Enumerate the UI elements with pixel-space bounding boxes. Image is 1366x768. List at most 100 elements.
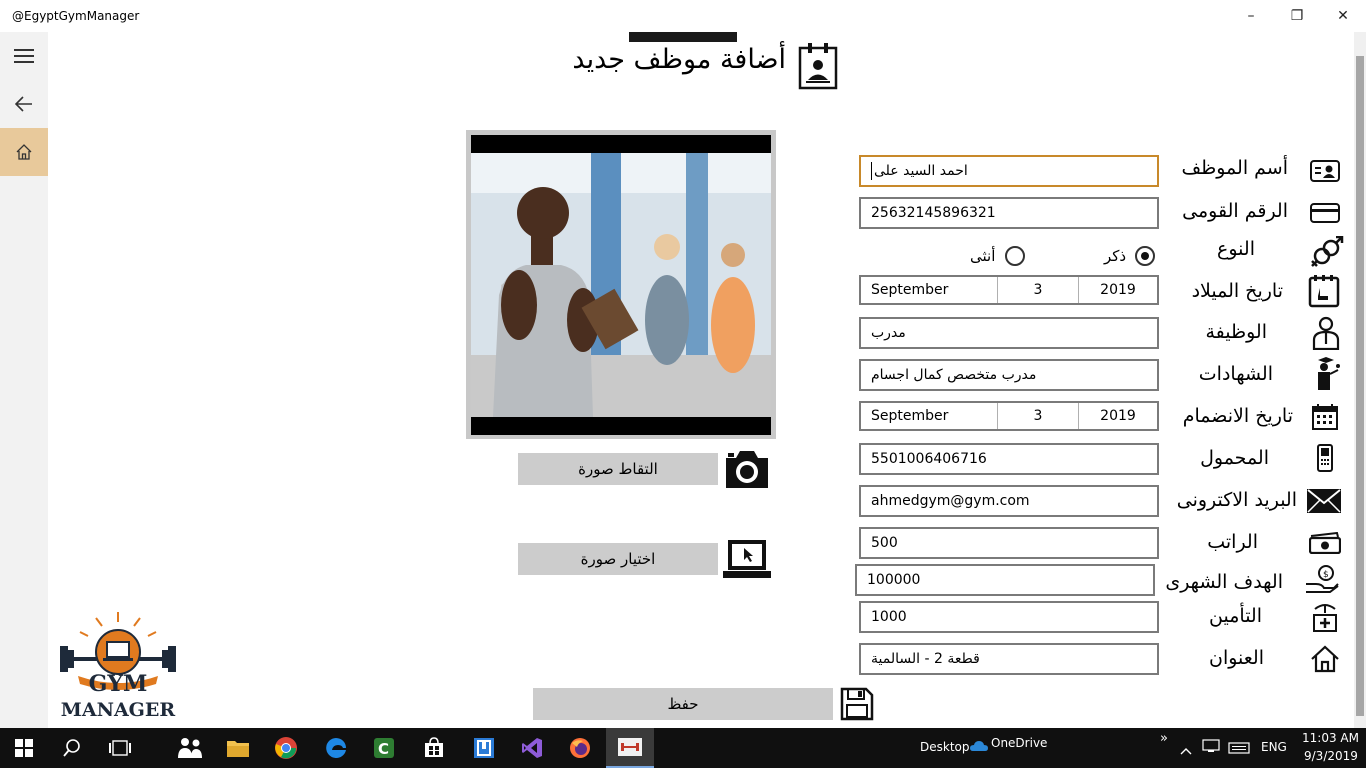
label-employee-name: أسم الموظف xyxy=(1181,157,1288,179)
radio-male-label: ذكر xyxy=(1104,247,1127,265)
graduate-icon xyxy=(1310,356,1342,392)
onedrive-label: OneDrive xyxy=(991,736,1048,750)
label-mobile: المحمول xyxy=(1200,447,1269,469)
label-certificates: الشهادات xyxy=(1198,363,1273,385)
label-job: الوظيفة xyxy=(1205,321,1267,343)
taskbar-store[interactable] xyxy=(410,728,458,768)
edge-icon xyxy=(326,738,346,758)
birth-month[interactable]: September xyxy=(861,277,998,303)
id-card-icon xyxy=(1308,156,1342,186)
clock-date[interactable]: 9/3/2019 xyxy=(1304,749,1358,763)
birth-day[interactable]: 3 xyxy=(998,277,1079,303)
save-button[interactable]: حفظ xyxy=(533,688,833,720)
minimize-button[interactable]: – xyxy=(1228,0,1274,32)
clock-time[interactable]: 11:03 AM xyxy=(1302,731,1359,745)
label-salary: الراتب xyxy=(1207,531,1258,553)
label-birth-date: تاريخ الميلاد xyxy=(1191,280,1283,302)
close-button[interactable]: ✕ xyxy=(1320,0,1366,32)
calendar-hand-icon xyxy=(1308,274,1342,308)
join-date-picker[interactable]: September 3 2019 xyxy=(859,401,1159,431)
calendar-icon xyxy=(1310,402,1340,432)
label-national-id: الرقم القومى xyxy=(1182,200,1288,222)
task-view-icon xyxy=(109,740,131,756)
chrome-icon xyxy=(275,737,297,759)
join-month[interactable]: September xyxy=(861,403,998,429)
visual-studio-icon xyxy=(522,738,542,758)
back-button[interactable] xyxy=(0,80,48,128)
windows-icon xyxy=(15,739,33,757)
maximize-button[interactable]: ❐ xyxy=(1274,0,1320,32)
email-input[interactable]: ahmedgym@gym.com xyxy=(859,485,1159,517)
job-input[interactable]: مدرب xyxy=(859,317,1159,349)
text-cursor xyxy=(871,162,872,180)
tray-chevron[interactable]: » xyxy=(1160,731,1168,746)
laptop-icon[interactable] xyxy=(722,538,772,580)
mobile-phone-icon xyxy=(1310,443,1340,473)
logo-text-manager: MANAGER xyxy=(60,699,176,721)
taskbar-edge[interactable] xyxy=(312,728,360,768)
label-join-date: تاريخ الانضمام xyxy=(1182,405,1293,427)
svg-text:$: $ xyxy=(1323,570,1329,580)
app-title: @EgyptGymManager xyxy=(12,9,140,23)
language-indicator[interactable]: ENG xyxy=(1261,740,1287,754)
certificates-input[interactable]: مدرب متخصص كمال اجسام xyxy=(859,359,1159,391)
employee-person-icon xyxy=(1310,316,1342,350)
join-day[interactable]: 3 xyxy=(998,403,1079,429)
keyboard-icon[interactable] xyxy=(1228,739,1250,758)
taskbar-file-explorer[interactable] xyxy=(214,728,262,768)
camtasia-icon: C xyxy=(374,738,394,758)
employee-name-input[interactable]: احمد السيد على xyxy=(859,155,1159,187)
national-id-input[interactable]: 25632145896321 xyxy=(859,197,1159,229)
menu-button[interactable] xyxy=(0,32,48,80)
page-title: أضافة موظف جديد xyxy=(572,44,786,75)
health-insurance-icon xyxy=(1310,600,1340,634)
camera-icon[interactable] xyxy=(722,448,772,490)
home-button[interactable] xyxy=(0,128,48,176)
title-bar xyxy=(0,0,1366,32)
gym-app-icon xyxy=(618,738,642,756)
desktop-toolbar[interactable]: Desktop xyxy=(920,740,970,754)
address-input[interactable]: قطعة 2 - السالمية xyxy=(859,643,1159,675)
taskbar-firefox[interactable] xyxy=(556,728,604,768)
join-year[interactable]: 2019 xyxy=(1079,403,1157,429)
envelope-icon xyxy=(1306,485,1342,517)
insurance-input[interactable]: 1000 xyxy=(859,601,1159,633)
hand-money-icon: $ xyxy=(1304,563,1340,597)
label-insurance: التأمين xyxy=(1209,605,1262,627)
hamburger-icon xyxy=(14,49,34,63)
start-button[interactable] xyxy=(0,728,48,768)
store-icon xyxy=(425,737,443,757)
capture-photo-button[interactable]: التقاط صورة xyxy=(518,453,718,485)
scrollbar-thumb[interactable] xyxy=(1356,56,1364,716)
taskbar-people[interactable] xyxy=(166,728,214,768)
mobile-input[interactable]: 5501006406716 xyxy=(859,443,1159,475)
blue-app-icon xyxy=(474,738,494,758)
birth-year[interactable]: 2019 xyxy=(1079,277,1157,303)
network-icon[interactable] xyxy=(1202,738,1220,757)
search-icon xyxy=(63,739,80,757)
taskbar-gym-manager[interactable] xyxy=(606,728,654,768)
label-email: البريد الاكترونى xyxy=(1176,489,1297,511)
salary-input[interactable]: 500 xyxy=(859,527,1159,559)
taskbar-app-blue[interactable] xyxy=(460,728,508,768)
birth-date-picker[interactable]: September 3 2019 xyxy=(859,275,1159,305)
choose-photo-button[interactable]: اختيار صورة xyxy=(518,543,718,575)
label-address: العنوان xyxy=(1208,647,1264,669)
logo-text-gym: GYM xyxy=(88,671,148,697)
employee-name-value: احمد السيد على xyxy=(874,163,968,179)
floppy-disk-icon[interactable] xyxy=(840,687,876,721)
taskbar-chrome[interactable] xyxy=(262,728,310,768)
people-icon xyxy=(178,738,202,758)
photo-image xyxy=(471,153,771,417)
monthly-target-input[interactable]: 100000 xyxy=(855,564,1155,596)
radio-male[interactable] xyxy=(1135,246,1155,266)
gym-manager-logo: GYM MANAGER xyxy=(56,610,180,722)
task-view-button[interactable] xyxy=(96,728,144,768)
taskbar-camtasia[interactable]: C xyxy=(360,728,408,768)
folder-icon xyxy=(227,741,249,757)
onedrive-icon[interactable] xyxy=(970,737,988,756)
taskbar-visual-studio[interactable] xyxy=(508,728,556,768)
search-button[interactable] xyxy=(48,728,96,768)
radio-female[interactable] xyxy=(1005,246,1025,266)
show-hidden-icons-icon[interactable] xyxy=(1180,740,1192,759)
